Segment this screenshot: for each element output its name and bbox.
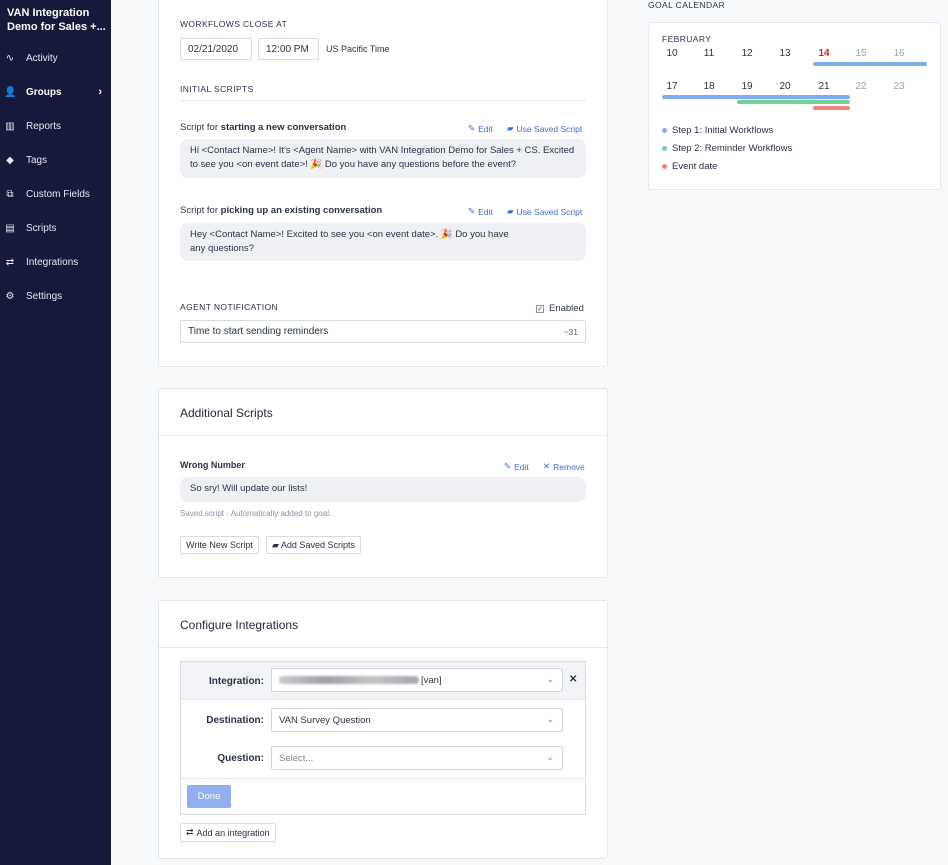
calendar-day[interactable]: 19 (735, 81, 759, 92)
custom-fields-icon: ⧉ (6, 188, 14, 200)
calendar-day[interactable]: 22 (849, 81, 873, 92)
wrong-number-heading: Wrong Number (180, 460, 245, 470)
script1-body[interactable]: Hi <Contact Name>! It's <Agent Name> wit… (180, 139, 586, 178)
script1-edit-link[interactable]: ✎ Edit (468, 123, 493, 134)
integrations-title: Configure Integrations (180, 618, 299, 632)
agent-notification-label: AGENT NOTIFICATION (180, 302, 279, 312)
calendar-day[interactable]: 12 (735, 48, 759, 59)
question-select[interactable]: Select... ⌄ (271, 746, 563, 770)
calendar-day[interactable]: 23 (887, 81, 911, 92)
destination-select[interactable]: VAN Survey Question ⌄ (271, 708, 563, 732)
initial-scripts-label: INITIAL SCRIPTS (180, 84, 254, 94)
wrong-number-edit-link[interactable]: ✎ Edit (504, 461, 529, 472)
event-date-bar (813, 106, 850, 110)
additional-scripts-title: Additional Scripts (180, 406, 273, 420)
chevron-down-icon: ⌄ (546, 752, 554, 762)
saved-script-icon: ▰ (272, 539, 279, 550)
legend-step1: Step 1: Initial Workflows (672, 125, 774, 136)
close-icon: ✕ (543, 461, 551, 471)
script1-heading: Script for starting a new conversation (180, 122, 347, 133)
checkbox-icon: ✓ (536, 304, 544, 313)
sidebar: VAN Integration Demo for Sales +... ∿ Act… (0, 0, 111, 865)
groups-icon: 👤 (4, 86, 17, 98)
reminder-workflows-bar (737, 100, 850, 104)
question-label: Question: (217, 753, 264, 764)
script2-body[interactable]: Hey <Contact Name>! Excited to see you <… (180, 223, 586, 261)
divider (181, 699, 585, 700)
timezone-label: US Pacific Time (326, 44, 390, 54)
redacted-value (279, 676, 419, 684)
divider (159, 435, 607, 436)
script2-heading: Script for picking up an existing conver… (180, 205, 383, 216)
chevron-right-icon: › (98, 86, 102, 98)
sidebar-item-custom-fields[interactable]: ⧉ Custom Fields (0, 183, 111, 205)
initial-workflows-bar (813, 62, 927, 66)
sidebar-item-settings[interactable]: ⚙ Settings (0, 285, 111, 307)
calendar-day[interactable]: 17 (660, 81, 684, 92)
settings-icon: ⚙ (5, 290, 15, 302)
legend-step2: Step 2: Reminder Workflows (672, 143, 793, 154)
close-date-input[interactable]: 02/21/2020 (180, 38, 252, 60)
calendar-day[interactable]: 18 (697, 81, 721, 92)
saved-script-icon: ▰ (507, 206, 514, 216)
calendar-day[interactable]: 15 (849, 48, 873, 59)
pencil-icon: ✎ (468, 123, 476, 133)
divider (180, 100, 586, 101)
saved-script-note: Saved script - Automatically added to go… (180, 509, 332, 518)
calendar-day[interactable]: 13 (773, 48, 797, 59)
saved-script-icon: ▰ (507, 123, 514, 133)
sidebar-item-tags[interactable]: ◆ Tags (0, 149, 111, 171)
calendar-day[interactable]: 16 (887, 48, 911, 59)
calendar-day-today[interactable]: 14 (812, 48, 836, 59)
integration-label: Integration: (209, 676, 264, 687)
org-title[interactable]: VAN Integration Demo for Sales +... (7, 6, 107, 34)
calendar-month: FEBRUARY (662, 34, 712, 44)
destination-label: Destination: (206, 715, 264, 726)
enabled-checkbox[interactable]: ✓ Enabled (536, 303, 584, 314)
initial-workflows-bar (662, 95, 850, 99)
calendar-day[interactable]: 20 (773, 81, 797, 92)
script2-edit-link[interactable]: ✎ Edit (468, 206, 493, 217)
sidebar-item-integrations[interactable]: ⇄ Integrations (0, 251, 111, 273)
wrong-number-body[interactable]: So sry! Will update our lists! (180, 477, 586, 502)
calendar-day[interactable]: 10 (660, 48, 684, 59)
integrations-icon: ⇄ (5, 256, 15, 268)
script1-use-saved-link[interactable]: ▰ Use Saved Script (507, 123, 582, 134)
notification-input[interactable]: Time to start sending reminders −31 (180, 320, 586, 343)
notification-offset: −31 (563, 326, 578, 337)
remove-integration-icon[interactable]: ✕ (569, 674, 577, 685)
calendar-day[interactable]: 21 (812, 81, 836, 92)
pencil-icon: ✎ (468, 206, 476, 216)
script2-use-saved-link[interactable]: ▰ Use Saved Script (507, 206, 582, 217)
tag-icon: ◆ (6, 154, 14, 166)
reports-icon: ▥ (5, 120, 15, 132)
wrong-number-remove-link[interactable]: ✕ Remove (543, 461, 585, 472)
goal-calendar-label: GOAL CALENDAR (648, 0, 726, 10)
divider (181, 778, 585, 779)
sidebar-item-reports[interactable]: ▥ Reports (0, 115, 111, 137)
legend-dot (662, 146, 667, 151)
done-button[interactable]: Done (187, 785, 231, 808)
activity-icon: ∿ (5, 52, 15, 64)
chevron-down-icon: ⌄ (546, 714, 554, 724)
integrations-icon: ⇄ (186, 827, 194, 837)
legend-event-date: Event date (672, 161, 718, 172)
scripts-icon: ▤ (5, 222, 15, 234)
legend-dot (662, 128, 667, 133)
integration-select[interactable]: [van] ⌄ (271, 668, 563, 692)
sidebar-item-activity[interactable]: ∿ Activity (0, 47, 111, 69)
divider (159, 647, 607, 648)
pencil-icon: ✎ (504, 461, 512, 471)
add-saved-scripts-button[interactable]: ▰ Add Saved Scripts (266, 536, 361, 554)
close-time-input[interactable]: 12:00 PM (258, 38, 319, 60)
sidebar-item-scripts[interactable]: ▤ Scripts (0, 217, 111, 239)
workflows-close-label: WORKFLOWS CLOSE AT (180, 19, 288, 29)
add-integration-button[interactable]: ⇄ Add an integration (180, 823, 276, 842)
chevron-down-icon: ⌄ (546, 674, 554, 684)
legend-dot (662, 164, 667, 169)
sidebar-item-groups[interactable]: 👤 Groups › (0, 81, 111, 103)
write-new-script-button[interactable]: Write New Script (180, 536, 259, 554)
calendar-day[interactable]: 11 (697, 48, 721, 59)
